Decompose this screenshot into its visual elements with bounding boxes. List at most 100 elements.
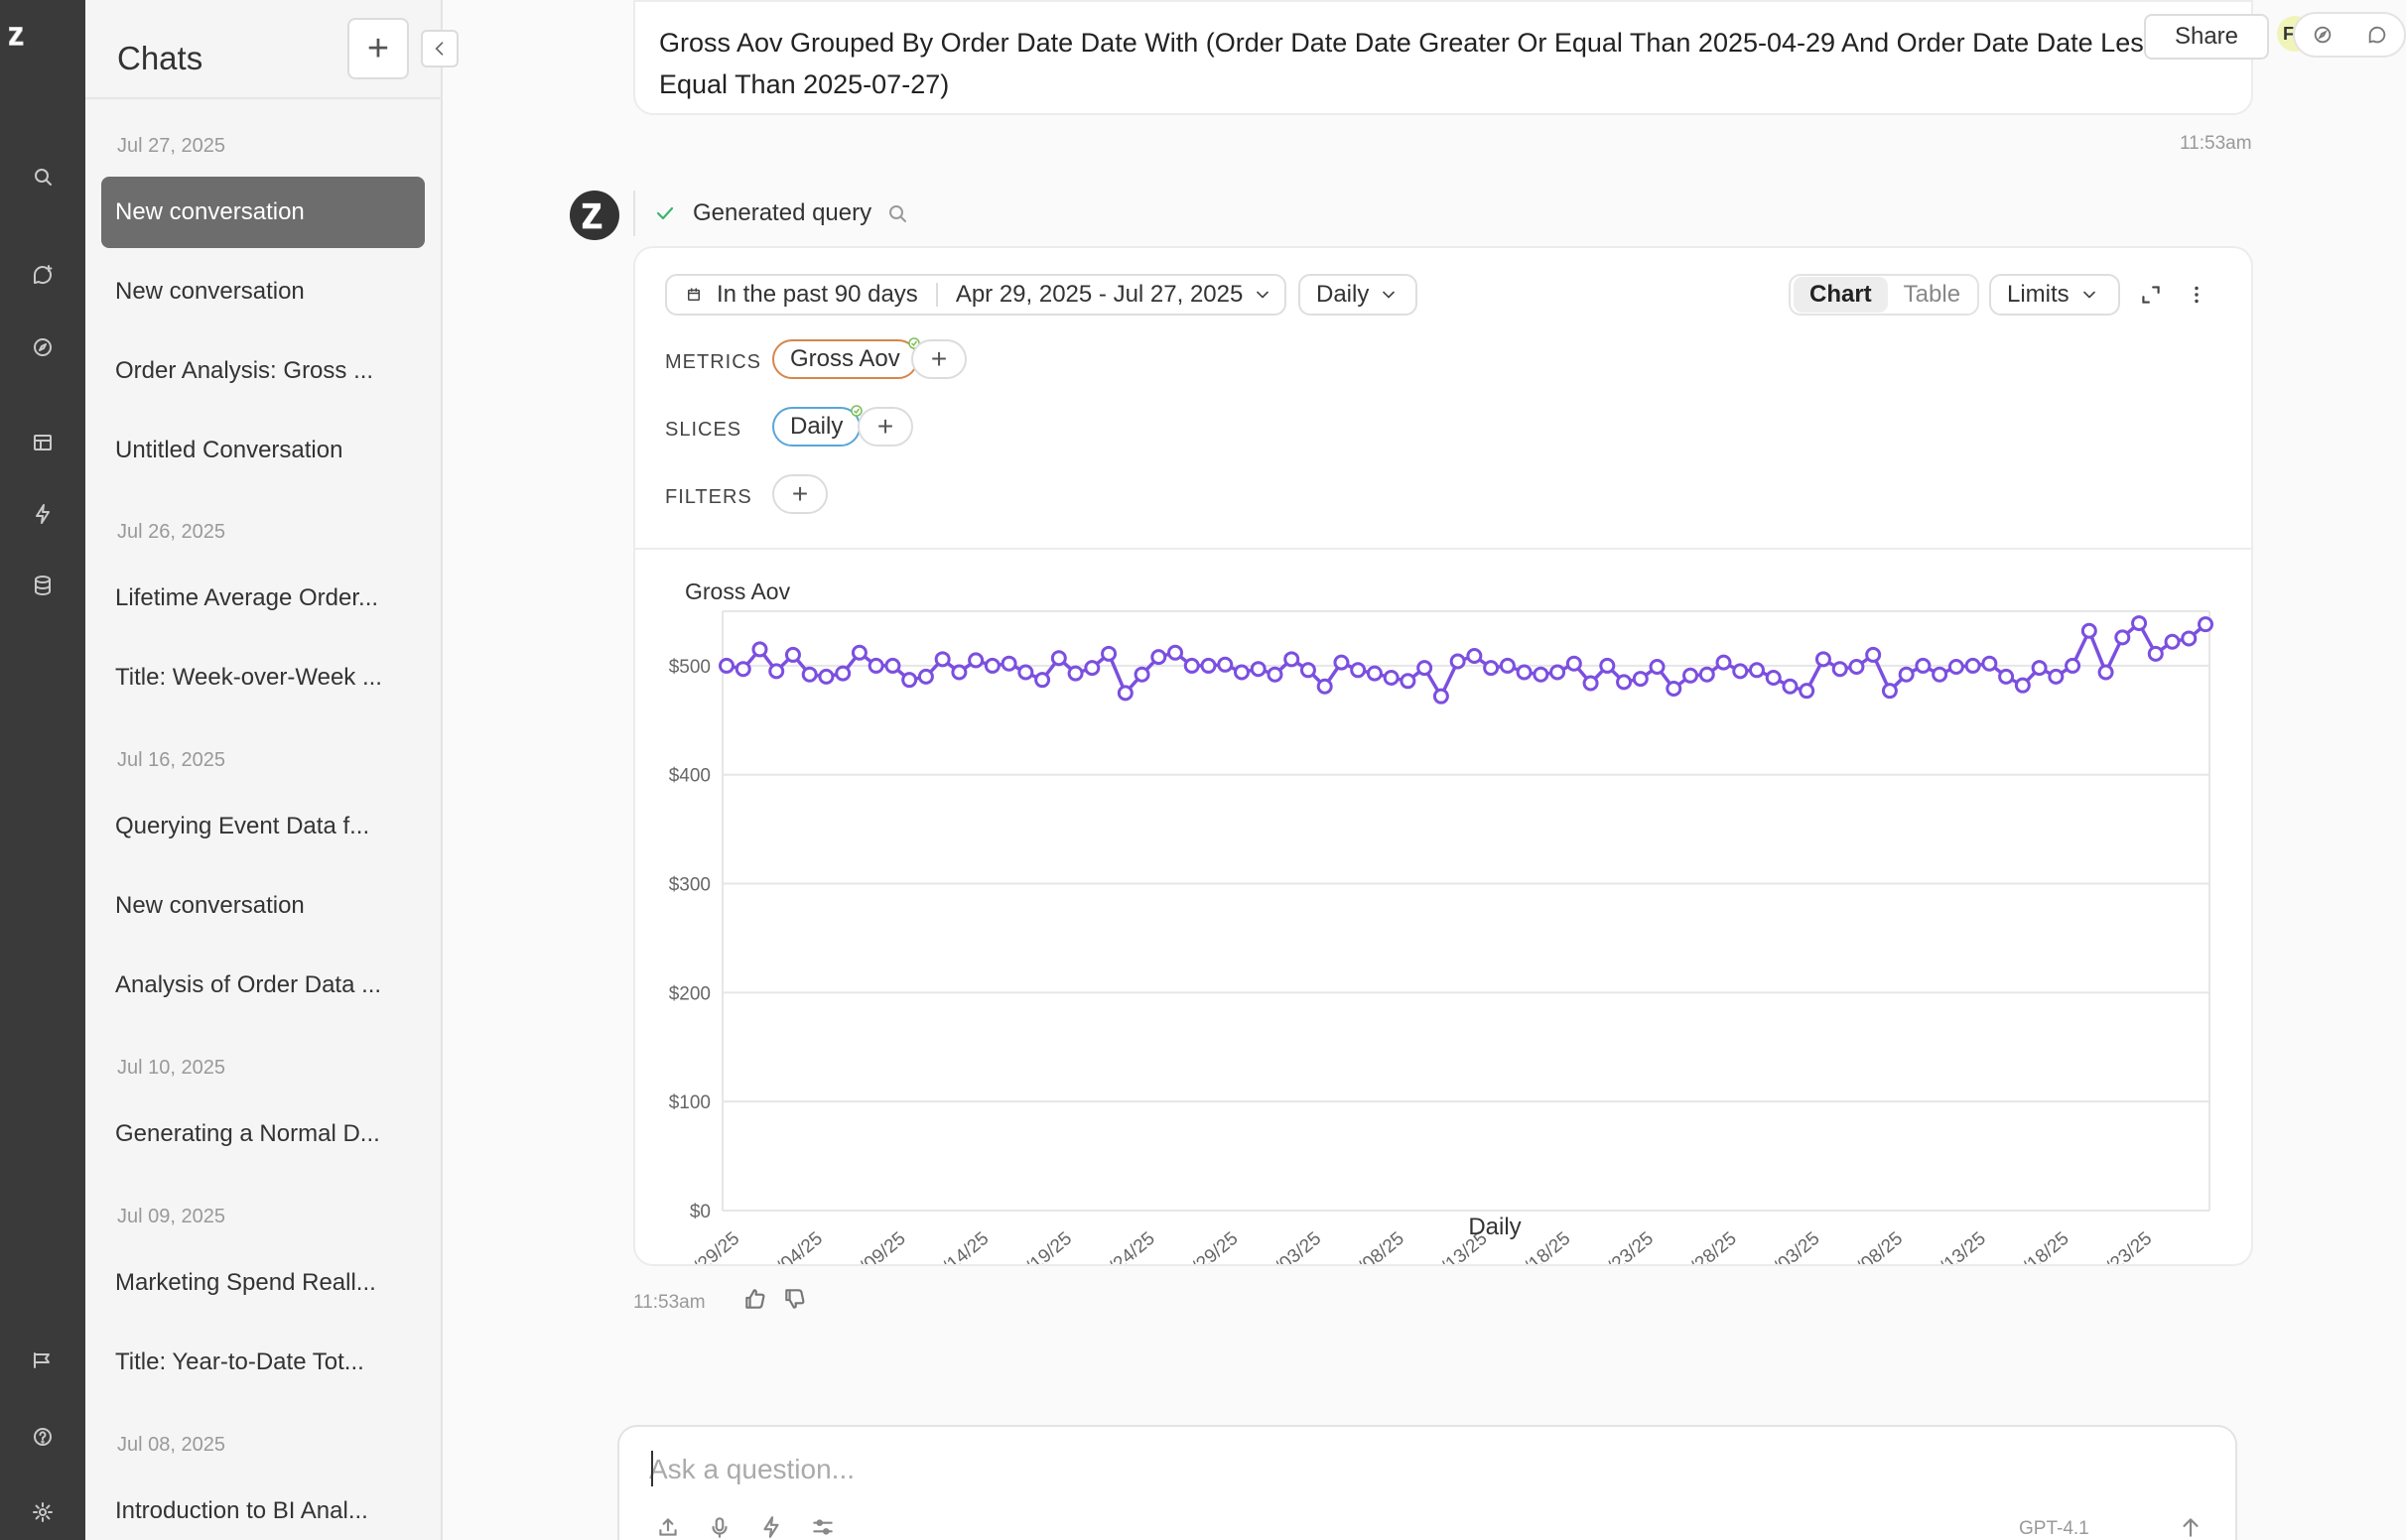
data-point[interactable] (2080, 622, 2097, 639)
data-point[interactable] (1350, 662, 1367, 679)
data-point[interactable] (1200, 657, 1217, 674)
data-point[interactable] (768, 663, 785, 680)
data-point[interactable] (1765, 669, 1782, 686)
data-point[interactable] (1748, 662, 1765, 679)
lightning-icon[interactable] (758, 1514, 788, 1540)
tab-chart[interactable]: Chart (1794, 277, 1888, 313)
slice-chip[interactable]: Daily (772, 405, 864, 447)
data-point[interactable] (1267, 666, 1283, 683)
conversation-item[interactable]: Untitled Conversation (101, 415, 425, 486)
data-point[interactable] (1117, 685, 1134, 702)
data-point[interactable] (1947, 659, 1964, 676)
data-point[interactable] (1582, 675, 1599, 692)
data-point[interactable] (1932, 666, 1948, 683)
data-point[interactable] (1565, 655, 1582, 672)
data-point[interactable] (951, 664, 968, 681)
data-point[interactable] (1366, 665, 1383, 682)
data-point[interactable] (1799, 683, 1815, 700)
data-point[interactable] (801, 666, 818, 683)
data-point[interactable] (1848, 659, 1865, 676)
data-point[interactable] (901, 672, 918, 689)
search-icon[interactable] (885, 201, 909, 225)
data-point[interactable] (1084, 660, 1101, 677)
data-point[interactable] (1233, 664, 1250, 681)
chat-bubble-icon[interactable] (2366, 24, 2388, 46)
data-point[interactable] (1283, 651, 1300, 668)
data-point[interactable] (1183, 657, 1200, 674)
data-point[interactable] (1449, 653, 1466, 670)
data-point[interactable] (1034, 672, 1051, 689)
thumbs-up-icon[interactable] (742, 1286, 772, 1316)
data-point[interactable] (2114, 629, 2131, 646)
granularity-selector[interactable]: Daily (1298, 274, 1417, 316)
data-point[interactable] (1881, 683, 1898, 700)
data-point[interactable] (784, 646, 801, 663)
data-point[interactable] (1333, 654, 1350, 671)
data-point[interactable] (1782, 678, 1799, 695)
data-point[interactable] (2031, 660, 2048, 677)
data-point[interactable] (835, 665, 852, 682)
conversation-item[interactable]: Lifetime Average Order... (101, 563, 425, 634)
sliders-icon[interactable] (810, 1514, 840, 1540)
data-point[interactable] (1150, 649, 1167, 666)
data-point[interactable] (1915, 657, 1932, 674)
data-point[interactable] (2065, 657, 2081, 674)
share-button[interactable]: Share (2144, 14, 2269, 60)
app-logo[interactable] (6, 24, 62, 79)
more-vertical-icon[interactable] (2184, 282, 2209, 308)
data-point[interactable] (1134, 666, 1150, 683)
data-point[interactable] (884, 657, 901, 674)
add-metric-button[interactable]: + (911, 339, 967, 379)
conversation-item[interactable]: Title: Week-over-Week ... (101, 642, 425, 713)
data-point[interactable] (1715, 654, 1732, 671)
data-point[interactable] (1217, 656, 1234, 673)
tab-table[interactable]: Table (1888, 277, 1976, 313)
data-point[interactable] (1432, 688, 1449, 705)
conversation-item[interactable]: Generating a Normal D... (101, 1098, 425, 1170)
data-point[interactable] (1001, 655, 1017, 672)
data-point[interactable] (2147, 645, 2164, 662)
data-point[interactable] (1616, 674, 1633, 691)
conversation-item[interactable]: Title: Year-to-Date Tot... (101, 1327, 425, 1398)
conversation-item[interactable]: Order Analysis: Gross ... (101, 335, 425, 407)
question-input[interactable] (649, 1447, 2039, 1492)
microphone-icon[interactable] (707, 1514, 736, 1540)
data-point[interactable] (2097, 664, 2114, 681)
data-point[interactable] (1250, 661, 1267, 678)
data-point[interactable] (1499, 657, 1516, 674)
data-point[interactable] (1649, 659, 1666, 676)
data-point[interactable] (1732, 663, 1749, 680)
data-point[interactable] (1865, 646, 1882, 663)
compass-icon[interactable] (2312, 24, 2334, 46)
upload-icon[interactable] (655, 1514, 685, 1540)
data-point[interactable] (1682, 667, 1699, 684)
new-chat-icon[interactable] (0, 250, 85, 300)
data-point[interactable] (818, 668, 835, 685)
data-point[interactable] (1998, 668, 2015, 685)
data-point[interactable] (751, 641, 768, 658)
data-point[interactable] (1698, 666, 1715, 683)
send-arrow-icon[interactable] (2178, 1514, 2207, 1540)
data-point[interactable] (1383, 669, 1400, 686)
conversation-item[interactable]: Marketing Spend Reall... (101, 1247, 425, 1319)
new-chat-button[interactable]: + (347, 18, 409, 79)
conversation-item[interactable]: New conversation (101, 177, 425, 248)
data-point[interactable] (1067, 665, 1084, 682)
data-point[interactable] (2164, 633, 2181, 650)
limits-dropdown[interactable]: Limits (1989, 274, 2120, 316)
data-point[interactable] (1400, 673, 1416, 690)
data-point[interactable] (1017, 664, 1034, 681)
model-label[interactable]: GPT-4.1 (2019, 1518, 2089, 1540)
data-point[interactable] (1898, 666, 1915, 683)
data-point[interactable] (868, 657, 884, 674)
data-point[interactable] (2014, 677, 2031, 694)
date-range-selector[interactable]: In the past 90 days Apr 29, 2025 - Jul 2… (665, 274, 1286, 316)
data-point[interactable] (851, 644, 868, 661)
expand-icon[interactable] (2138, 282, 2164, 308)
data-point[interactable] (1533, 666, 1549, 683)
data-point[interactable] (1299, 662, 1316, 679)
data-point[interactable] (735, 661, 751, 678)
announcement-icon[interactable] (0, 1336, 85, 1385)
data-point[interactable] (1483, 660, 1500, 677)
data-point[interactable] (1964, 657, 1981, 674)
